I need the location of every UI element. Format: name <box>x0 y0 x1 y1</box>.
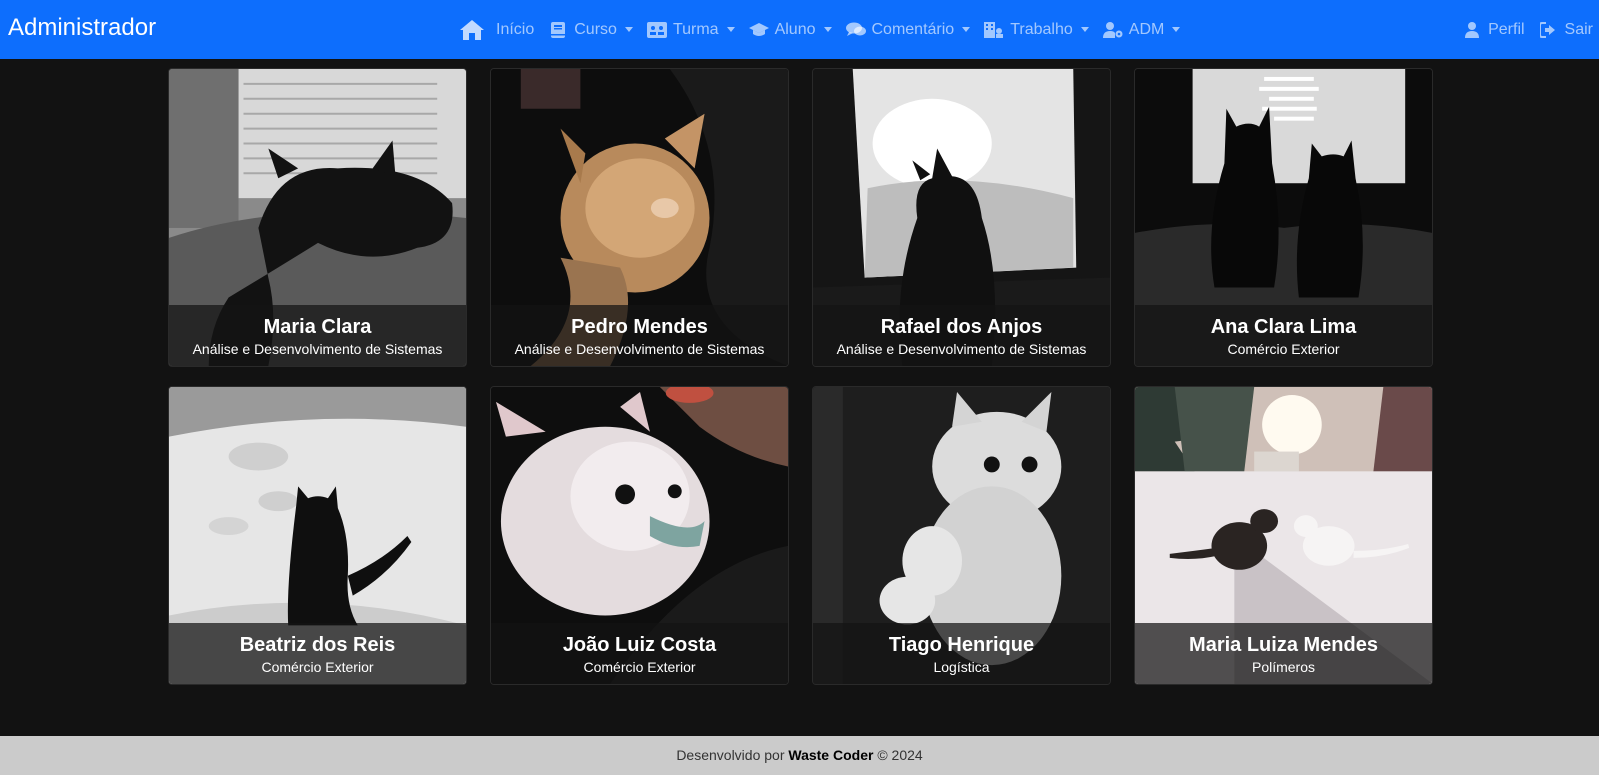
student-name: Ana Clara Lima <box>1210 316 1357 338</box>
student-card[interactable]: Tiago Henrique Logística <box>812 386 1111 685</box>
brand-title[interactable]: Administrador <box>8 14 156 42</box>
top-navbar: Administrador Início Curso Turma Aluno C… <box>0 0 1599 59</box>
nav-item-turma[interactable]: Turma <box>646 20 735 39</box>
footer-prefix: Desenvolvido por <box>676 747 785 763</box>
chevron-down-icon <box>823 27 832 32</box>
card-caption: Maria Luiza Mendes Polímeros <box>1135 623 1432 684</box>
nav-item-inicio[interactable]: Início <box>458 18 534 42</box>
card-caption: Rafael dos Anjos Análise e Desenvolvimen… <box>813 305 1110 366</box>
comments-icon <box>845 21 866 39</box>
group-icon <box>646 21 667 39</box>
student-card[interactable]: Maria Clara Análise e Desenvolvimento de… <box>168 68 467 367</box>
student-name: Tiago Henrique <box>888 634 1035 656</box>
student-course: Comércio Exterior <box>583 659 696 675</box>
card-caption: Maria Clara Análise e Desenvolvimento de… <box>169 305 466 366</box>
student-course: Análise e Desenvolvimento de Sistemas <box>836 341 1087 357</box>
nav-item-adm[interactable]: ADM <box>1102 20 1181 39</box>
user-gear-icon <box>1102 21 1123 39</box>
nav-item-trabalho[interactable]: Trabalho <box>984 21 1089 39</box>
nav-label-adm: ADM <box>1128 20 1165 38</box>
student-name: Maria Clara <box>263 316 372 338</box>
nav-label-perfil: Perfil <box>1488 20 1525 38</box>
student-course: Polímeros <box>1251 659 1316 675</box>
footer-author: Waste Coder <box>788 747 874 763</box>
book-icon <box>548 21 568 39</box>
chevron-down-icon <box>624 27 633 32</box>
student-name: Maria Luiza Mendes <box>1189 634 1378 656</box>
card-caption: Tiago Henrique Logística <box>813 623 1110 684</box>
card-caption: João Luiz Costa Comércio Exterior <box>491 623 788 684</box>
graduation-cap-icon <box>748 21 769 39</box>
student-card[interactable]: Pedro Mendes Análise e Desenvolvimento d… <box>490 68 789 367</box>
student-course: Análise e Desenvolvimento de Sistemas <box>192 341 443 357</box>
nav-label-trabalho: Trabalho <box>1010 20 1073 38</box>
student-name: Rafael dos Anjos <box>880 316 1043 338</box>
nav-item-perfil[interactable]: Perfil <box>1462 20 1525 39</box>
student-card[interactable]: Rafael dos Anjos Análise e Desenvolvimen… <box>812 68 1111 367</box>
nav-item-aluno[interactable]: Aluno <box>748 20 832 39</box>
nav-label-turma: Turma <box>672 20 719 38</box>
student-name: Beatriz dos Reis <box>239 634 396 656</box>
sign-out-icon <box>1539 21 1559 39</box>
student-course: Logística <box>933 659 990 675</box>
chevron-down-icon <box>726 27 735 32</box>
nav-item-curso[interactable]: Curso <box>548 21 633 39</box>
nav-item-comentario[interactable]: Comentário <box>845 20 971 39</box>
student-card[interactable]: Beatriz dos Reis Comércio Exterior <box>168 386 467 685</box>
home-icon <box>458 18 486 42</box>
student-course: Comércio Exterior <box>261 659 374 675</box>
chevron-down-icon <box>1080 27 1089 32</box>
main-nav: Início Curso Turma Aluno Comentário Trab… <box>458 0 1194 59</box>
chevron-down-icon <box>962 27 971 32</box>
chevron-down-icon <box>1172 27 1181 32</box>
page-footer: Desenvolvido por Waste Coder © 2024 <box>0 736 1599 775</box>
nav-label-inicio: Início <box>496 20 535 38</box>
student-course: Comércio Exterior <box>1227 341 1340 357</box>
footer-copyright: © 2024 <box>877 747 923 763</box>
student-name: Pedro Mendes <box>571 316 708 338</box>
user-nav: Perfil Sair <box>1448 0 1593 59</box>
student-card[interactable]: Maria Luiza Mendes Polímeros <box>1134 386 1433 685</box>
student-card[interactable]: Ana Clara Lima Comércio Exterior <box>1134 68 1433 367</box>
nav-label-sair: Sair <box>1564 20 1593 38</box>
nav-label-curso: Curso <box>574 20 617 38</box>
student-card[interactable]: João Luiz Costa Comércio Exterior <box>490 386 789 685</box>
student-name: João Luiz Costa <box>562 634 717 656</box>
card-caption: Pedro Mendes Análise e Desenvolvimento d… <box>491 305 788 366</box>
building-icon <box>984 21 1004 39</box>
nav-label-comentario: Comentário <box>871 20 955 38</box>
nav-label-aluno: Aluno <box>774 20 816 38</box>
nav-item-sair[interactable]: Sair <box>1539 21 1593 39</box>
card-caption: Ana Clara Lima Comércio Exterior <box>1135 305 1432 366</box>
student-course: Análise e Desenvolvimento de Sistemas <box>514 341 765 357</box>
user-icon <box>1462 21 1482 39</box>
card-caption: Beatriz dos Reis Comércio Exterior <box>169 623 466 684</box>
